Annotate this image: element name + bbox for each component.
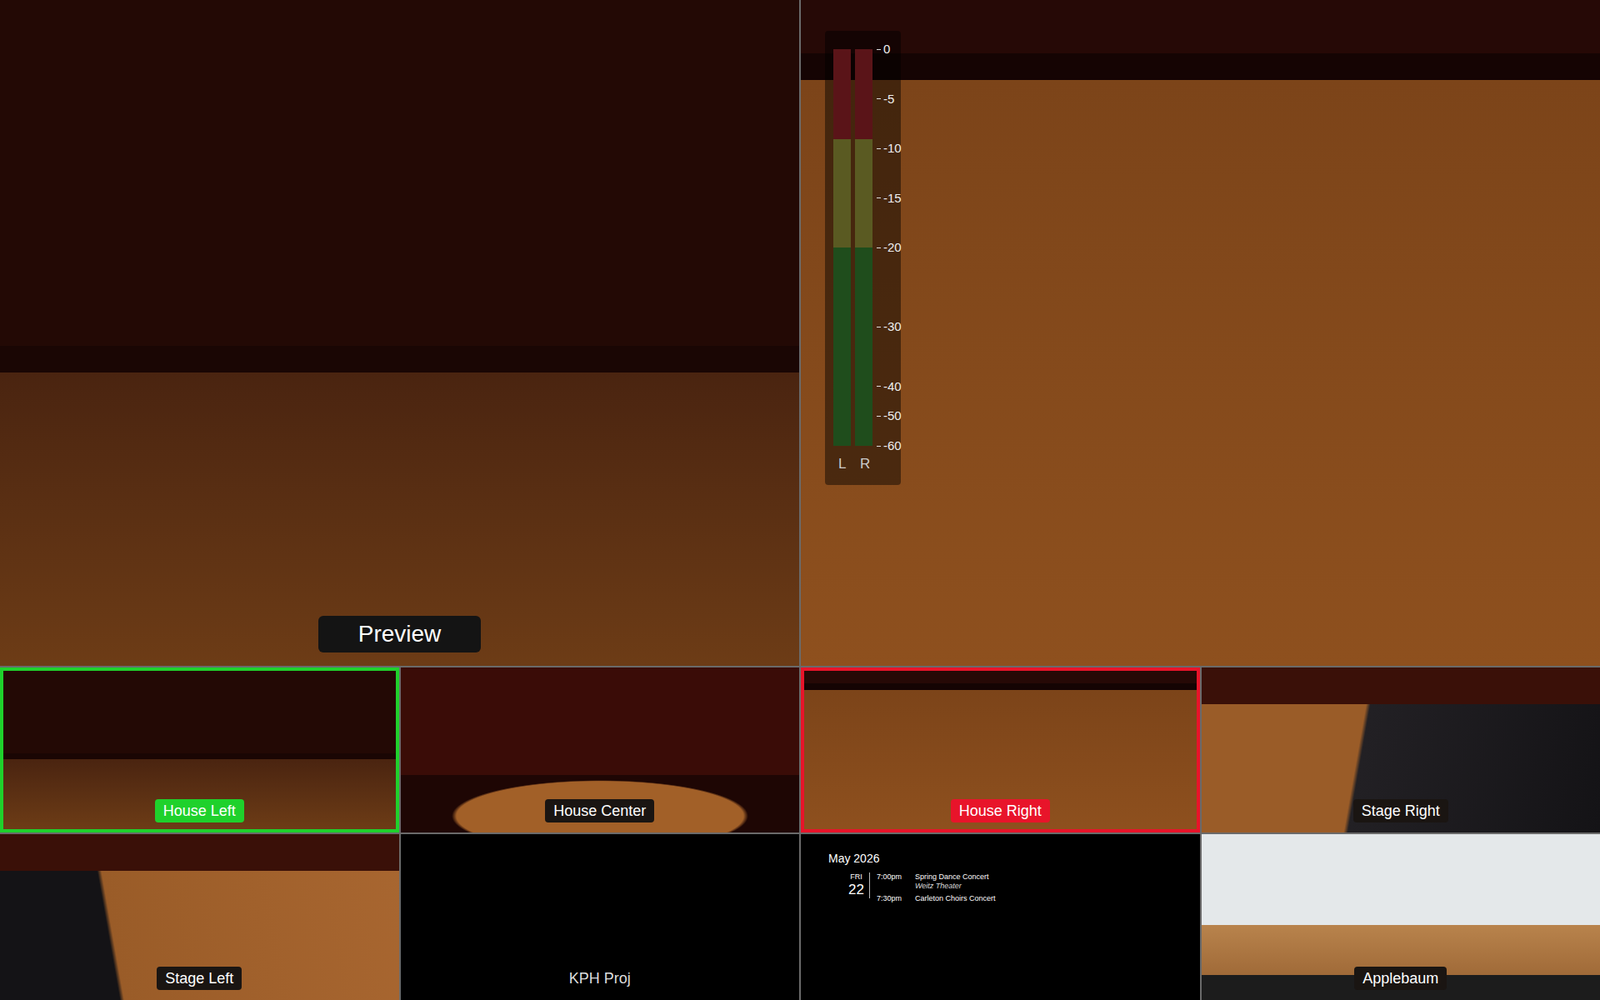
preview-label: Preview xyxy=(318,615,482,653)
multiviewer: Preview 0 -5 -10 -15 -20 -30 -40 -50 -60 LR House L… xyxy=(0,0,1600,1000)
tile-label: Stage Left xyxy=(156,966,242,990)
source-tile[interactable]: House Left xyxy=(0,667,400,834)
program-monitor[interactable]: 0 -5 -10 -15 -20 -30 -40 -50 -60 LR xyxy=(800,0,1600,666)
tile-label: House Left xyxy=(155,799,245,823)
calendar-event: 7:00pmSpring Dance ConcertWeitz Theater xyxy=(876,872,996,891)
audio-meter: 0 -5 -10 -15 -20 -30 -40 -50 -60 LR xyxy=(825,30,901,485)
source-tile[interactable]: Stage Right xyxy=(1201,667,1600,834)
meter-tick: -10 xyxy=(876,141,902,155)
channel-label: R xyxy=(860,455,872,473)
meter-bar xyxy=(833,49,851,446)
preview-monitor[interactable]: Preview xyxy=(0,0,800,666)
tile-label: House Center xyxy=(545,799,655,823)
tile-label: Stage Right xyxy=(1353,799,1449,823)
calendar-day: FRI227:00pmSpring Dance ConcertWeitz The… xyxy=(828,872,1184,904)
tile-label: Applebaum xyxy=(1354,966,1447,990)
calendar-event: 7:30pmCarleton Choirs Concert xyxy=(876,894,996,904)
meter-tick: 0 xyxy=(876,42,890,56)
event-calendar: May 2026 FRI227:00pmSpring Dance ConcertW… xyxy=(828,850,1184,904)
source-tile[interactable]: House Center xyxy=(400,667,800,834)
meter-tick: -15 xyxy=(876,191,902,205)
meter-tick: -5 xyxy=(876,92,895,106)
source-tile[interactable]: Stage Left xyxy=(0,834,400,1000)
source-tile[interactable]: House Right xyxy=(800,667,1200,834)
meter-scale: 0-5-10-15-20-30-40-50-60 xyxy=(876,49,901,446)
channel-label: L xyxy=(838,455,850,473)
meter-tick: -20 xyxy=(876,240,902,255)
meter-tick: -50 xyxy=(876,409,902,423)
source-tile[interactable]: KPH Proj xyxy=(400,834,800,1000)
source-tile[interactable]: Applebaum xyxy=(1201,834,1600,1000)
source-tile[interactable]: May 2026 FRI227:00pmSpring Dance ConcertW… xyxy=(800,834,1200,1000)
meter-bar xyxy=(855,49,873,446)
tile-label: House Right xyxy=(950,799,1050,823)
meter-tick: -40 xyxy=(876,380,902,394)
meter-tick: -30 xyxy=(876,320,902,334)
tile-label: KPH Proj xyxy=(560,966,640,990)
calendar-month: May 2026 xyxy=(828,850,1184,866)
meter-tick: -60 xyxy=(876,439,902,453)
